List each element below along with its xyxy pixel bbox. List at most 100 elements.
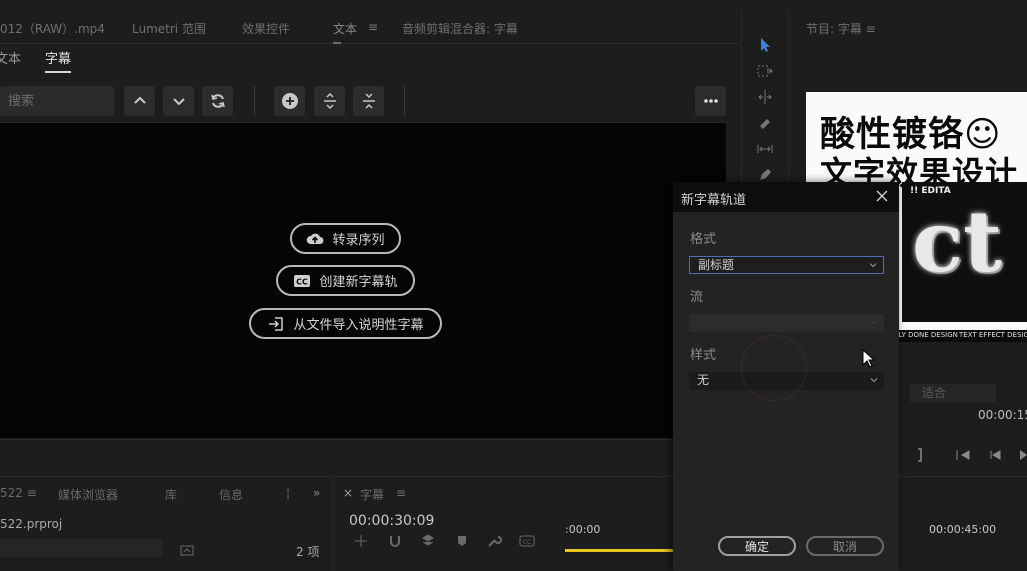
bin-icon[interactable] (180, 541, 194, 556)
step-back-icon (990, 450, 1001, 460)
svg-text:CC: CC (297, 277, 309, 286)
captions-toggle-icon[interactable]: CC (519, 533, 535, 549)
previous-caption-button[interactable] (124, 86, 155, 116)
cancel-label: 取消 (832, 539, 857, 554)
play-button[interactable] (1018, 448, 1027, 466)
stream-select[interactable] (689, 314, 884, 332)
create-caption-track-label: 创建新字幕轨 (319, 275, 398, 290)
style-label: 样式 (690, 348, 717, 363)
merge-captions-button[interactable] (353, 86, 384, 116)
ripple-edit-icon (758, 90, 772, 104)
tab-media-browser[interactable]: 媒体浏览器 (58, 486, 118, 503)
slip-icon (757, 145, 773, 153)
top-panel-tabs: 012（RAW）.mp4 Lumetri 范围 效果控件 文本 ≡ 音频剪辑混合… (0, 12, 740, 44)
caption-panel-footer (0, 439, 726, 473)
close-dialog-button[interactable] (873, 187, 891, 205)
video-strip-right: TEXT EFFECT DESIGN (959, 331, 1027, 339)
tab-text[interactable]: 文本 (333, 20, 358, 44)
merge-icon (362, 93, 375, 109)
timeline-ruler-start: :00:00 (565, 523, 601, 536)
fit-zoom-select[interactable]: 适合 (910, 384, 996, 402)
subtab-text[interactable]: 文本 (0, 48, 21, 67)
subtab-captions[interactable]: 字幕 (45, 48, 72, 73)
import-captions-button[interactable]: 从文件导入说明性字幕 (249, 308, 442, 339)
tab-menu-icon[interactable]: ≡ (368, 20, 378, 34)
stream-label: 流 (690, 290, 704, 305)
style-value: 无 (697, 373, 710, 387)
more-tabs-icon[interactable]: » (313, 486, 320, 500)
refresh-icon (210, 94, 225, 108)
video-bottom-strip: ENLY DONE DESIGN TEXT EFFECT DESIGN (886, 330, 1027, 342)
tab-info[interactable]: 信息 (219, 486, 243, 503)
slip-tool[interactable] (754, 138, 776, 160)
tab-lumetri-scopes[interactable]: Lumetri 范围 (132, 20, 206, 37)
chevron-down-icon (870, 378, 878, 383)
track-select-tool[interactable] (754, 60, 776, 82)
snap-magnet-icon[interactable] (387, 533, 403, 549)
wrench-icon[interactable] (486, 533, 502, 549)
panel-divider-icon: ¦ (286, 486, 291, 500)
toolbar-divider (404, 86, 405, 116)
search-field[interactable] (0, 86, 114, 116)
text-panel-subtabs: 文本 字幕 (0, 44, 740, 73)
project-panel: 522 ≡ 媒体浏览器 库 信息 ¦ » 522.prproj 2 项 (0, 476, 330, 571)
add-caption-button[interactable] (274, 86, 305, 116)
tab-timeline-captions[interactable]: 字幕 (360, 486, 384, 503)
project-search-bar[interactable] (0, 539, 162, 557)
selection-tool[interactable] (754, 34, 776, 56)
format-select[interactable]: 副标题 (689, 256, 884, 274)
mark-out-icon (918, 448, 922, 462)
project-item-count: 2 项 (296, 545, 320, 559)
tab-effect-controls[interactable]: 效果控件 (242, 20, 290, 37)
marker-icon[interactable] (454, 533, 470, 549)
tab-source-clip[interactable]: 012（RAW）.mp4 (0, 20, 105, 37)
timeline-timecode[interactable]: 00:00:30:09 (349, 513, 434, 529)
ripple-edit-tool[interactable] (754, 86, 776, 108)
chevron-down-icon (869, 263, 877, 268)
cancel-button[interactable]: 取消 (806, 536, 884, 556)
tab-project[interactable]: 522 ≡ (0, 486, 37, 500)
video-strip-left: ENLY DONE DESIGN (889, 331, 958, 339)
tab-audio-mixer[interactable]: 音频剪辑混合器: 字幕 (402, 20, 518, 37)
chevron-down-icon (870, 320, 878, 325)
more-options-button[interactable] (695, 86, 726, 116)
tab-libraries[interactable]: 库 (165, 486, 177, 503)
format-label: 格式 (690, 232, 717, 247)
tab-text-label: 文本 (333, 22, 358, 36)
play-icon (1020, 450, 1027, 460)
loading-spinner (741, 335, 807, 401)
search-input[interactable] (0, 86, 114, 116)
close-icon (876, 190, 888, 202)
project-filename: 522.prproj (0, 517, 63, 531)
work-area-bar[interactable] (565, 549, 675, 552)
step-back-button[interactable] (988, 448, 1002, 466)
transcribe-sequence-label: 转录序列 (332, 233, 385, 248)
dialog-title: 新字幕轨道 (681, 193, 747, 208)
nest-sequence-icon[interactable] (353, 533, 369, 549)
create-caption-track-button[interactable]: CC 创建新字幕轨 (276, 265, 415, 296)
closed-captions-icon: CC (294, 274, 311, 287)
fit-zoom-value: 适合 (922, 386, 947, 400)
cloud-upload-icon (307, 233, 324, 244)
chevron-up-icon (133, 96, 146, 104)
ok-label: 确定 (744, 539, 769, 554)
transcribe-sequence-button[interactable]: 转录序列 (290, 223, 401, 254)
timeline-close-icon[interactable]: × (343, 486, 353, 500)
video-small-tag: !! EDITA (910, 186, 951, 196)
mark-out-button[interactable] (915, 448, 925, 466)
razor-icon (760, 119, 770, 129)
timeline-ruler-end: 00:00:45:00 (929, 523, 997, 536)
refresh-button[interactable] (202, 86, 233, 116)
dialog-header: 新字幕轨道 (673, 182, 899, 212)
chevron-down-icon (172, 98, 185, 106)
ok-button[interactable]: 确定 (718, 536, 796, 556)
go-to-in-button[interactable] (955, 448, 971, 466)
import-captions-label: 从文件导入说明性字幕 (293, 318, 424, 333)
razor-tool[interactable] (754, 112, 776, 134)
next-caption-button[interactable] (163, 86, 194, 116)
mouse-cursor-icon (862, 349, 876, 368)
program-monitor-title[interactable]: 节目: 字幕 ≡ (806, 20, 876, 37)
split-caption-button[interactable] (314, 86, 345, 116)
linked-selection-icon[interactable] (420, 533, 436, 549)
timeline-menu-icon[interactable]: ≡ (396, 486, 406, 500)
